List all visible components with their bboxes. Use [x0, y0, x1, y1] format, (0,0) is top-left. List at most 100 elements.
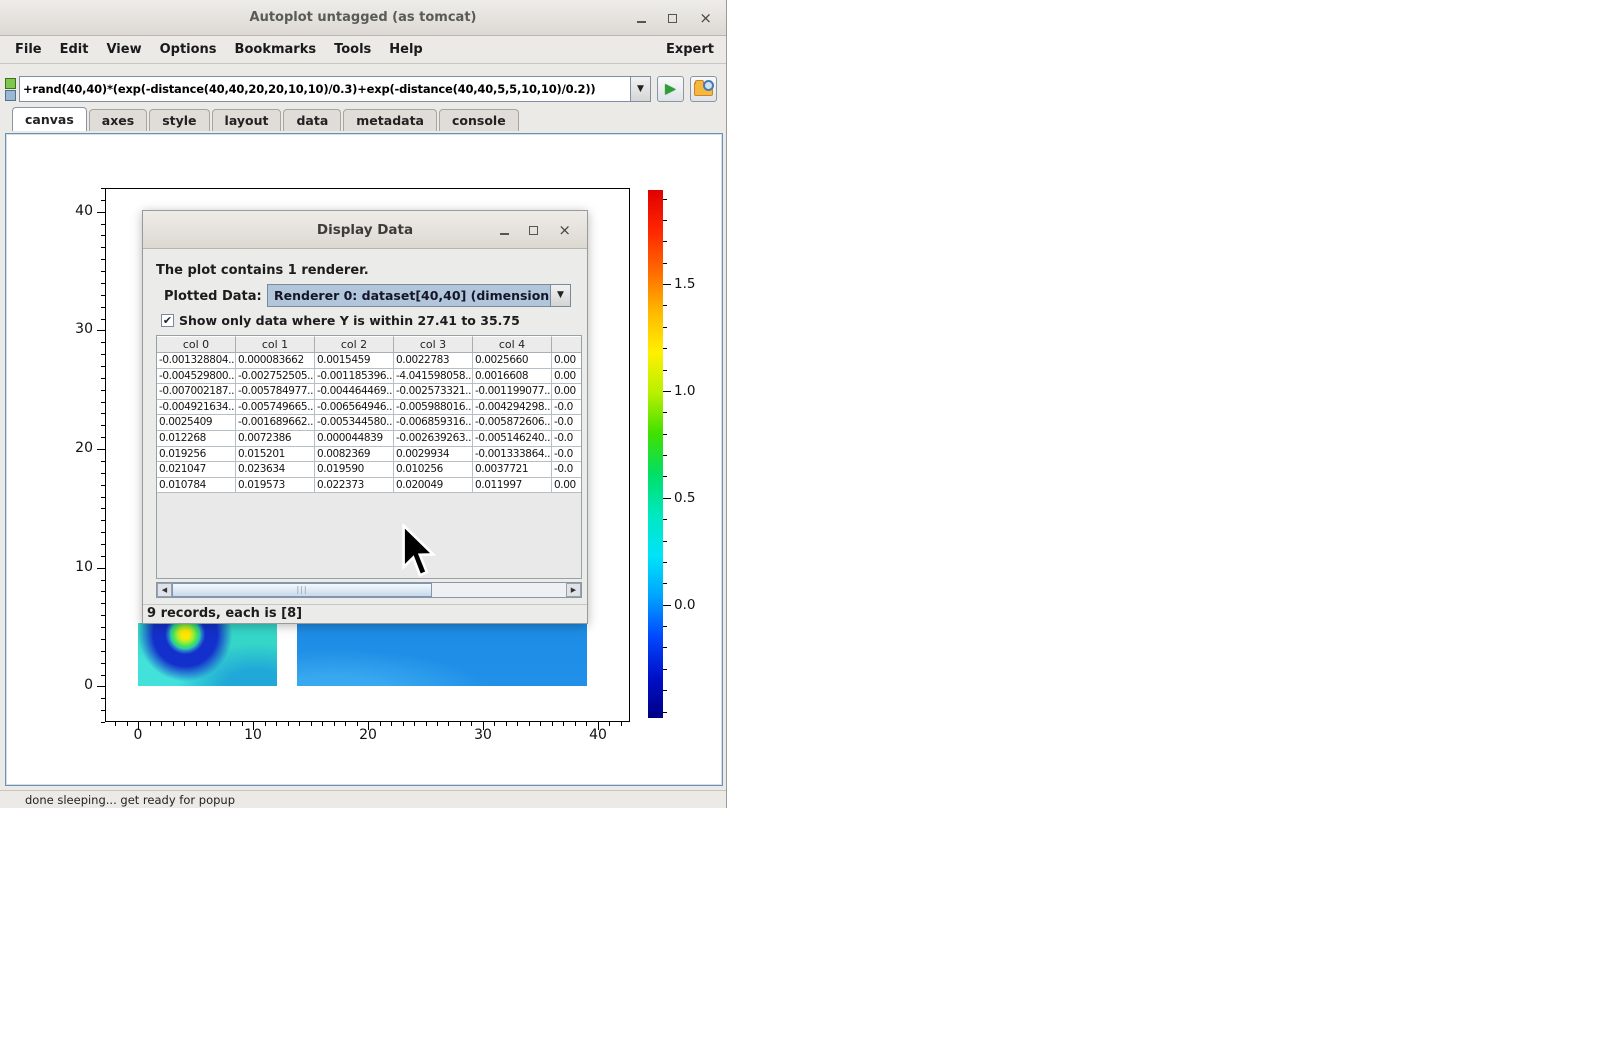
table-row[interactable]: -0.004921634...-0.005749665...-0.0065649…: [157, 400, 581, 416]
tab-axes[interactable]: axes: [89, 109, 147, 131]
table-cell[interactable]: 0.020049: [394, 478, 473, 494]
table-row[interactable]: -0.007002187...-0.005784977...-0.0044644…: [157, 384, 581, 400]
table-row[interactable]: 0.0107840.0195730.0223730.0200490.011997…: [157, 478, 581, 494]
table-cell[interactable]: 0.011997: [473, 478, 552, 494]
table-cell[interactable]: -0.005146240...: [473, 431, 552, 447]
menu-tools[interactable]: Tools: [325, 36, 380, 63]
scrollbar-thumb[interactable]: |||: [172, 583, 432, 597]
scroll-left-icon[interactable]: ◀: [157, 583, 172, 597]
table-cell[interactable]: -0.004464469...: [315, 384, 394, 400]
table-header-cell[interactable]: col 1: [236, 336, 315, 353]
table-cell[interactable]: 0.0015459: [315, 353, 394, 369]
table-cell[interactable]: -0.004921634...: [157, 400, 236, 416]
table-cell[interactable]: 0.012268: [157, 431, 236, 447]
table-row[interactable]: -0.004529800...-0.002752505...-0.0011853…: [157, 369, 581, 385]
table-cell[interactable]: 0.019256: [157, 447, 236, 463]
table-cell[interactable]: 0.0082369: [315, 447, 394, 463]
table-header-cell[interactable]: col 4: [473, 336, 552, 353]
menu-file[interactable]: File: [6, 36, 51, 63]
tab-style[interactable]: style: [149, 109, 209, 131]
table-cell[interactable]: 0.000044839: [315, 431, 394, 447]
tab-data[interactable]: data: [283, 109, 341, 131]
table-cell[interactable]: 0.019590: [315, 462, 394, 478]
table-cell[interactable]: 0.00: [552, 384, 582, 400]
table-cell[interactable]: -0.005344580...: [315, 415, 394, 431]
table-cell[interactable]: -0.004294298...: [473, 400, 552, 416]
table-cell[interactable]: 0.023634: [236, 462, 315, 478]
table-header-cell[interactable]: [552, 336, 582, 353]
uri-dropdown-button[interactable]: ▼: [631, 76, 651, 102]
table-cell[interactable]: -0.0: [552, 447, 582, 463]
table-cell[interactable]: -0.001689662...: [236, 415, 315, 431]
table-cell[interactable]: -0.005872606...: [473, 415, 552, 431]
table-header-cell[interactable]: col 2: [315, 336, 394, 353]
menu-bookmarks[interactable]: Bookmarks: [226, 36, 326, 63]
table-cell[interactable]: 0.00: [552, 369, 582, 385]
table-cell[interactable]: -0.0: [552, 400, 582, 416]
dialog-titlebar[interactable]: Display Data ×: [143, 211, 587, 249]
table-cell[interactable]: 0.0029934: [394, 447, 473, 463]
table-cell[interactable]: 0.00: [552, 353, 582, 369]
table-cell[interactable]: -0.0: [552, 462, 582, 478]
menu-expert[interactable]: Expert: [666, 36, 714, 63]
dialog-maximize-icon[interactable]: [529, 226, 538, 235]
menu-options[interactable]: Options: [151, 36, 226, 63]
chevron-down-icon[interactable]: ▼: [550, 285, 570, 306]
table-cell[interactable]: -0.001333864...: [473, 447, 552, 463]
table-cell[interactable]: 0.0025409: [157, 415, 236, 431]
menu-view[interactable]: View: [97, 36, 150, 63]
tab-metadata[interactable]: metadata: [343, 109, 437, 131]
filter-checkbox[interactable]: ✔: [161, 314, 174, 327]
table-cell[interactable]: 0.015201: [236, 447, 315, 463]
table-row[interactable]: 0.0210470.0236340.0195900.0102560.003772…: [157, 462, 581, 478]
table-cell[interactable]: 0.019573: [236, 478, 315, 494]
plot-go-button[interactable]: ▶: [657, 76, 684, 102]
table-row[interactable]: 0.0192560.0152010.00823690.0029934-0.001…: [157, 447, 581, 463]
table-cell[interactable]: -4.041598058...: [394, 369, 473, 385]
table-cell[interactable]: 0.010784: [157, 478, 236, 494]
table-cell[interactable]: 0.022373: [315, 478, 394, 494]
window-titlebar[interactable]: Autoplot untagged (as tomcat) ×: [0, 0, 726, 36]
table-cell[interactable]: -0.005749665...: [236, 400, 315, 416]
dialog-close-icon[interactable]: ×: [558, 223, 571, 238]
minimize-icon[interactable]: [637, 21, 646, 23]
plotted-data-combobox[interactable]: Renderer 0: dataset[40,40] (dimension...…: [267, 284, 571, 307]
table-cell[interactable]: -0.0: [552, 415, 582, 431]
table-cell[interactable]: -0.001185396...: [315, 369, 394, 385]
table-row[interactable]: -0.001328804...0.0000836620.00154590.002…: [157, 353, 581, 369]
table-cell[interactable]: -0.002639263...: [394, 431, 473, 447]
menu-help[interactable]: Help: [380, 36, 431, 63]
table-cell[interactable]: -0.006859316...: [394, 415, 473, 431]
maximize-icon[interactable]: [668, 14, 677, 23]
table-cell[interactable]: -0.002752505...: [236, 369, 315, 385]
table-cell[interactable]: 0.0072386: [236, 431, 315, 447]
table-cell[interactable]: 0.0022783: [394, 353, 473, 369]
tab-layout[interactable]: layout: [212, 109, 282, 131]
table-cell[interactable]: 0.00: [552, 478, 582, 494]
table-header-cell[interactable]: col 0: [157, 336, 236, 353]
table-cell[interactable]: -0.002573321...: [394, 384, 473, 400]
tab-canvas[interactable]: canvas: [12, 107, 87, 131]
table-cell[interactable]: -0.001328804...: [157, 353, 236, 369]
table-cell[interactable]: 0.010256: [394, 462, 473, 478]
table-row[interactable]: 0.0122680.00723860.000044839-0.002639263…: [157, 431, 581, 447]
table-cell[interactable]: -0.004529800...: [157, 369, 236, 385]
tab-console[interactable]: console: [439, 109, 519, 131]
table-cell[interactable]: 0.000083662: [236, 353, 315, 369]
table-cell[interactable]: 0.0016608: [473, 369, 552, 385]
table-cell[interactable]: 0.021047: [157, 462, 236, 478]
scroll-right-icon[interactable]: ▶: [566, 583, 581, 597]
table-cell[interactable]: -0.006564946...: [315, 400, 394, 416]
table-cell[interactable]: -0.001199077...: [473, 384, 552, 400]
uri-input[interactable]: [19, 76, 631, 102]
table-cell[interactable]: -0.005784977...: [236, 384, 315, 400]
menu-edit[interactable]: Edit: [51, 36, 98, 63]
close-icon[interactable]: ×: [699, 11, 712, 26]
table-cell[interactable]: -0.005988016...: [394, 400, 473, 416]
dialog-minimize-icon[interactable]: [500, 233, 509, 235]
table-header-cell[interactable]: col 3: [394, 336, 473, 353]
table-horizontal-scrollbar[interactable]: ◀ ||| ▶: [156, 582, 582, 598]
inspect-uri-button[interactable]: [690, 76, 717, 102]
table-cell[interactable]: 0.0025660: [473, 353, 552, 369]
table-cell[interactable]: 0.0037721: [473, 462, 552, 478]
